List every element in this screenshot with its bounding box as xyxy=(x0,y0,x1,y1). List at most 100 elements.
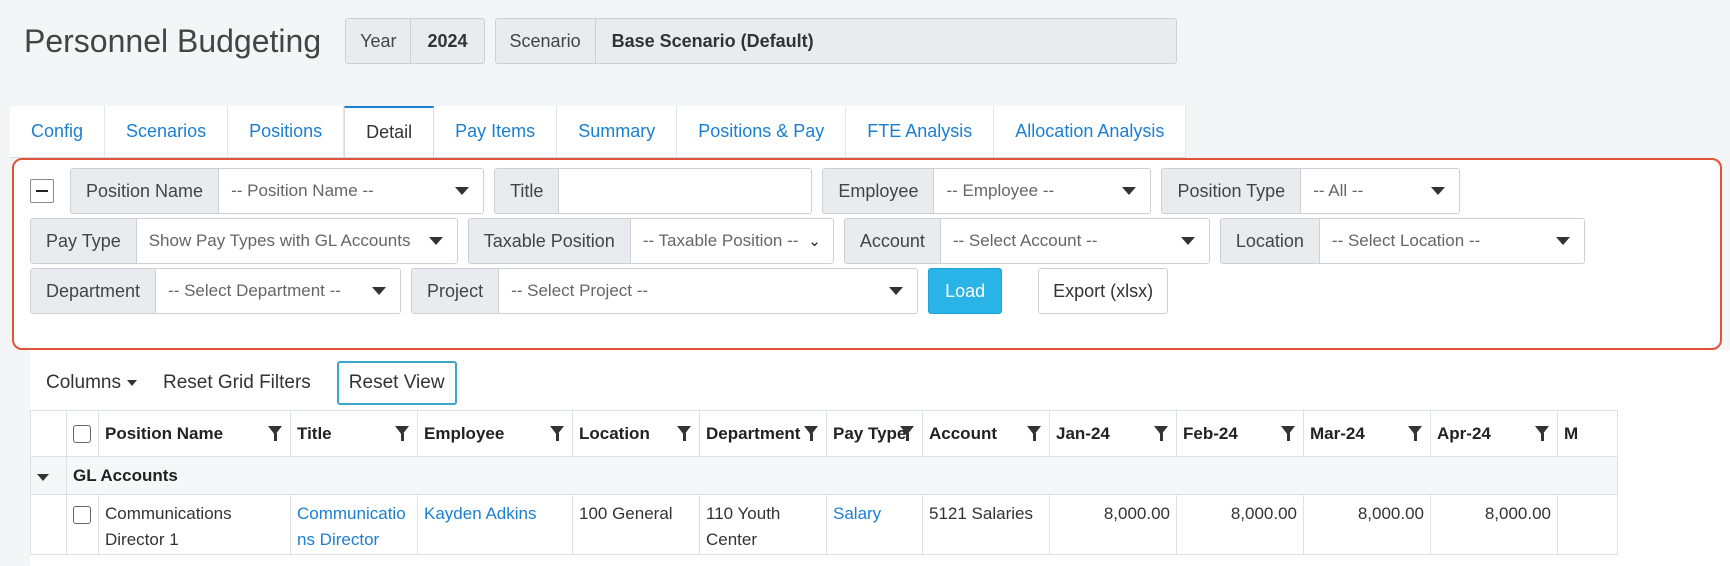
year-selector[interactable]: Year 2024 xyxy=(345,18,485,64)
column-header-department[interactable]: Department xyxy=(699,410,827,457)
filter-icon[interactable] xyxy=(900,426,914,441)
project-filter[interactable]: Project -- Select Project -- xyxy=(411,268,919,314)
page-title: Personnel Budgeting xyxy=(24,22,322,59)
select-all-cell xyxy=(66,410,99,457)
column-header-position-name[interactable]: Position Name xyxy=(98,410,291,457)
column-header-may-24[interactable]: M xyxy=(1557,410,1618,457)
load-button[interactable]: Load xyxy=(928,268,1003,314)
employee-select[interactable]: -- Employee -- xyxy=(934,169,1151,213)
title-filter[interactable]: Title xyxy=(494,168,813,214)
year-label: Year xyxy=(346,19,412,63)
tab-pay-items[interactable]: Pay Items xyxy=(434,106,558,157)
filter-row-1: Position Name -- Position Name -- Title … xyxy=(30,168,1470,214)
column-header-mar-24[interactable]: Mar-24 xyxy=(1303,410,1431,457)
reset-grid-filters-button[interactable]: Reset Grid Filters xyxy=(163,372,311,394)
table-row[interactable]: Communications Director 1 Communications… xyxy=(30,494,1618,555)
filter-icon[interactable] xyxy=(395,426,409,441)
reset-view-button[interactable]: Reset View xyxy=(336,361,457,405)
title-input[interactable] xyxy=(559,169,812,213)
department-select[interactable]: -- Select Department -- xyxy=(156,269,401,313)
detail-grid: Position Name Title Employee Location De… xyxy=(30,410,1618,555)
tab-positions-and-pay[interactable]: Positions & Pay xyxy=(677,106,847,157)
location-select[interactable]: -- Select Location -- xyxy=(1319,219,1584,263)
filter-icon[interactable] xyxy=(268,426,282,441)
cell-employee-link[interactable]: Kayden Adkins xyxy=(417,494,573,555)
columns-menu-button[interactable]: Columns xyxy=(46,372,137,394)
taxable-position-value: -- Taxable Position -- xyxy=(642,231,799,250)
row-spacer-cell xyxy=(30,494,67,555)
scenario-label: Scenario xyxy=(495,19,596,63)
caret-down-icon[interactable] xyxy=(37,473,49,481)
taxable-position-select[interactable]: -- Taxable Position -- ⌄ xyxy=(630,219,833,263)
department-filter[interactable]: Department -- Select Department -- xyxy=(30,268,402,314)
tab-fte-analysis[interactable]: FTE Analysis xyxy=(846,106,995,157)
scenario-value[interactable]: Base Scenario (Default) xyxy=(595,19,1176,63)
year-value[interactable]: 2024 xyxy=(411,19,484,63)
filter-icon[interactable] xyxy=(1027,426,1041,441)
column-header-location[interactable]: Location xyxy=(572,410,700,457)
filter-icon[interactable] xyxy=(550,426,564,441)
filter-icon[interactable] xyxy=(1535,426,1549,441)
group-row-gl-accounts[interactable]: GL Accounts xyxy=(30,456,1618,495)
column-header-feb-24[interactable]: Feb-24 xyxy=(1176,410,1304,457)
taxable-position-filter[interactable]: Taxable Position -- Taxable Position -- … xyxy=(467,218,834,264)
group-expand-cell[interactable] xyxy=(30,456,67,495)
tab-detail[interactable]: Detail xyxy=(344,106,435,157)
tab-summary[interactable]: Summary xyxy=(557,106,678,157)
caret-down-icon xyxy=(126,380,137,386)
column-header-account[interactable]: Account xyxy=(922,410,1050,457)
project-select[interactable]: -- Select Project -- xyxy=(499,269,918,313)
position-name-select[interactable]: -- Position Name -- xyxy=(219,169,484,213)
cell-pay-type-link[interactable]: Salary xyxy=(826,494,923,555)
tab-allocation-analysis[interactable]: Allocation Analysis xyxy=(994,106,1187,157)
export-xlsx-button[interactable]: Export (xlsx) xyxy=(1038,268,1169,314)
filter-icon[interactable] xyxy=(677,426,691,441)
cell-mar-24[interactable]: 8,000.00 xyxy=(1303,494,1431,555)
cell-feb-24[interactable]: 8,000.00 xyxy=(1176,494,1304,555)
account-filter[interactable]: Account -- Select Account -- xyxy=(843,218,1210,264)
dropdown-caret-icon xyxy=(889,287,904,295)
position-type-select[interactable]: -- All -- xyxy=(1301,169,1460,213)
cell-title-link[interactable]: Communications Director xyxy=(290,494,418,555)
tab-positions[interactable]: Positions xyxy=(228,106,345,157)
employee-filter[interactable]: Employee -- Employee -- xyxy=(822,168,1152,214)
column-header-employee[interactable]: Employee xyxy=(417,410,573,457)
account-select[interactable]: -- Select Account -- xyxy=(940,219,1209,263)
dropdown-caret-icon xyxy=(1431,187,1446,195)
dropdown-caret-icon xyxy=(428,237,443,245)
tab-bar: Config Scenarios Positions Detail Pay It… xyxy=(10,106,1187,158)
pay-type-select[interactable]: Show Pay Types with GL Accounts xyxy=(136,219,457,263)
collapse-filters-button[interactable] xyxy=(30,179,54,203)
cell-apr-24[interactable]: 8,000.00 xyxy=(1430,494,1558,555)
grid-toolbar: Columns Reset Grid Filters Reset View xyxy=(46,360,457,406)
filter-icon[interactable] xyxy=(1154,426,1168,441)
row-checkbox[interactable] xyxy=(73,505,91,524)
filter-icon[interactable] xyxy=(1408,426,1422,441)
tab-scenarios[interactable]: Scenarios xyxy=(105,106,229,157)
filter-row-2: Pay Type Show Pay Types with GL Accounts… xyxy=(30,218,1595,264)
title-label: Title xyxy=(495,169,560,213)
pay-type-filter[interactable]: Pay Type Show Pay Types with GL Accounts xyxy=(30,218,458,264)
filter-icon[interactable] xyxy=(1281,426,1295,441)
account-label: Account xyxy=(844,219,941,263)
column-header-title[interactable]: Title xyxy=(290,410,418,457)
scenario-selector[interactable]: Scenario Base Scenario (Default) xyxy=(494,18,1177,64)
position-type-filter[interactable]: Position Type -- All -- xyxy=(1161,168,1461,214)
filter-icon[interactable] xyxy=(804,426,818,441)
column-header-pay-type[interactable]: Pay Type xyxy=(826,410,923,457)
select-all-checkbox[interactable] xyxy=(73,425,91,444)
column-header-jan-24[interactable]: Jan-24 xyxy=(1049,410,1177,457)
location-value: -- Select Location -- xyxy=(1331,231,1481,250)
cell-account: 5121 Salaries xyxy=(922,494,1050,555)
minus-icon xyxy=(36,190,48,192)
cell-department: 110 Youth Center xyxy=(699,494,827,555)
tab-config[interactable]: Config xyxy=(10,106,106,157)
location-filter[interactable]: Location -- Select Location -- xyxy=(1219,218,1585,264)
grid-header-row: Position Name Title Employee Location De… xyxy=(30,410,1618,457)
cell-jan-24[interactable]: 8,000.00 xyxy=(1049,494,1177,555)
cell-may-24[interactable] xyxy=(1557,494,1618,555)
column-header-apr-24[interactable]: Apr-24 xyxy=(1430,410,1558,457)
position-name-filter[interactable]: Position Name -- Position Name -- xyxy=(70,168,485,214)
dropdown-caret-icon xyxy=(372,287,387,295)
pay-type-value: Show Pay Types with GL Accounts xyxy=(148,231,411,250)
